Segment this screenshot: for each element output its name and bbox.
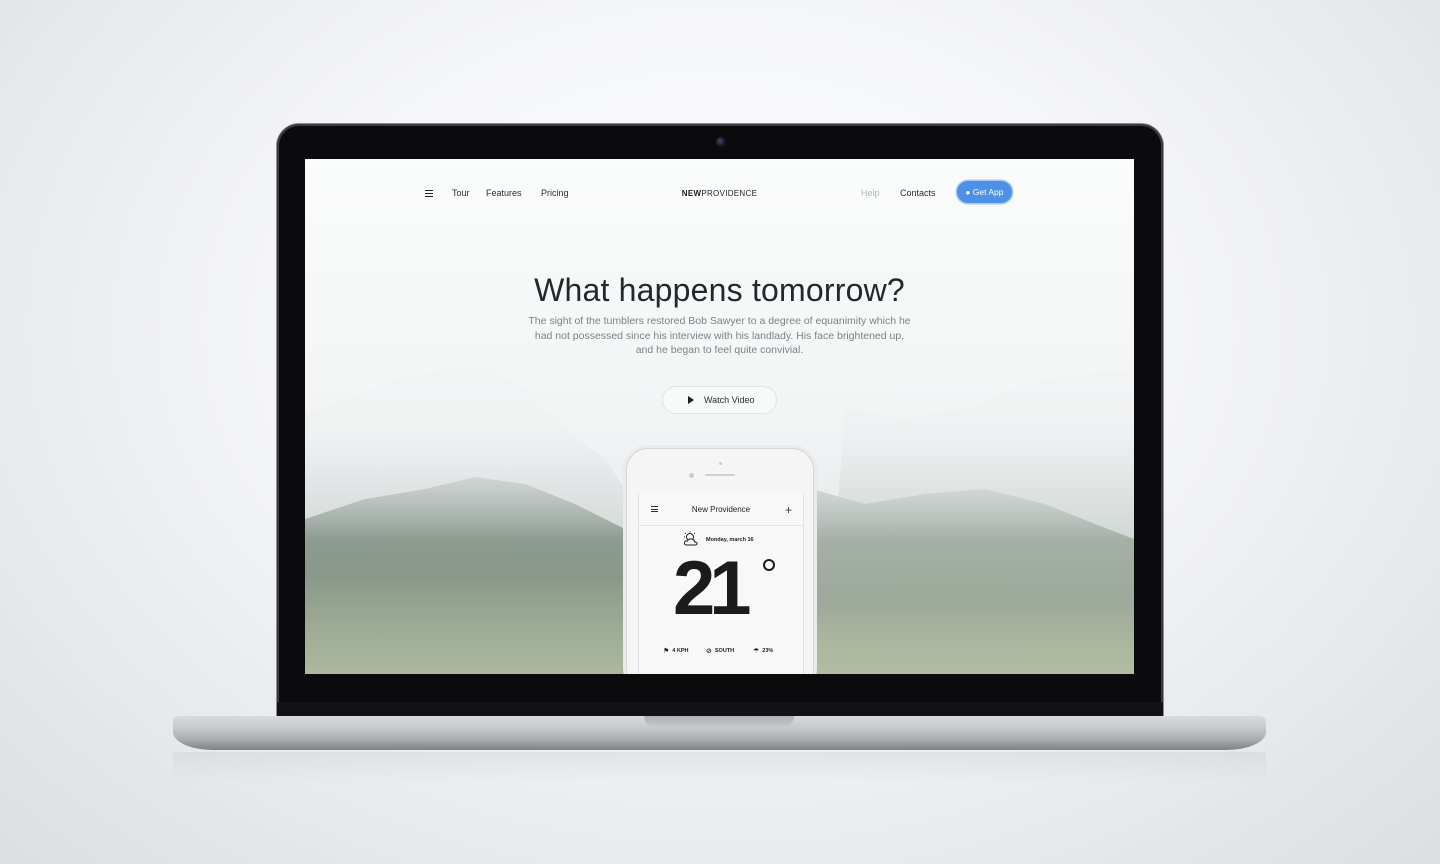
wind-direction: ⊘ SOUTH <box>706 647 734 655</box>
nav-link-help[interactable]: Help <box>861 188 880 198</box>
logo-light: PROVIDENCE <box>701 189 758 198</box>
phone-speaker <box>705 474 735 476</box>
watch-video-label: Watch Video <box>704 395 755 405</box>
phone-sensor <box>689 473 694 478</box>
laptop-base <box>173 716 1266 750</box>
nav-link-contacts[interactable]: Contacts <box>900 188 936 198</box>
phone-screen: New Providence + Monday, march 16 21 ⚑ 4 … <box>638 493 804 674</box>
temperature-value: 21 <box>673 546 752 631</box>
degree-symbol <box>763 559 775 571</box>
phone-mockup: New Providence + Monday, march 16 21 ⚑ 4 … <box>626 448 814 674</box>
precipitation-value: 23% <box>762 648 774 654</box>
get-app-button[interactable]: ● Get App <box>957 181 1012 203</box>
phone-city-title: New Providence <box>691 505 751 514</box>
divider <box>639 525 803 526</box>
precipitation: ☂ 23% <box>753 647 773 655</box>
apple-icon: ● <box>965 188 971 197</box>
lid-opening-notch <box>644 716 794 728</box>
webcam <box>716 137 726 147</box>
laptop-lid: Tour Features Pricing NEWPROVIDENCE Help… <box>277 124 1163 718</box>
logo-bold: NEW <box>681 189 702 198</box>
flag-icon: ⚑ <box>663 648 670 655</box>
laptop-reflection <box>173 752 1266 782</box>
phone-date: Monday, march 16 <box>706 537 754 543</box>
plus-icon[interactable]: + <box>785 503 792 517</box>
wind-speed-value: 4 KPH <box>672 648 689 654</box>
phone-camera <box>719 462 722 465</box>
get-app-label: Get App <box>972 187 1004 197</box>
wind-speed: ⚑ 4 KPH <box>663 647 688 655</box>
top-navigation: Tour Features Pricing NEWPROVIDENCE Help… <box>305 159 1134 229</box>
hero-title: What happens tomorrow? <box>534 272 905 308</box>
play-icon <box>688 396 694 404</box>
wind-direction-value: SOUTH <box>714 648 735 654</box>
compass-icon: ⊘ <box>706 648 712 655</box>
umbrella-icon: ☂ <box>753 648 760 655</box>
laptop-screen: Tour Features Pricing NEWPROVIDENCE Help… <box>305 159 1134 674</box>
hero-description: The sight of the tumblers restored Bob S… <box>528 315 911 356</box>
watch-video-button[interactable]: Watch Video <box>662 386 777 414</box>
